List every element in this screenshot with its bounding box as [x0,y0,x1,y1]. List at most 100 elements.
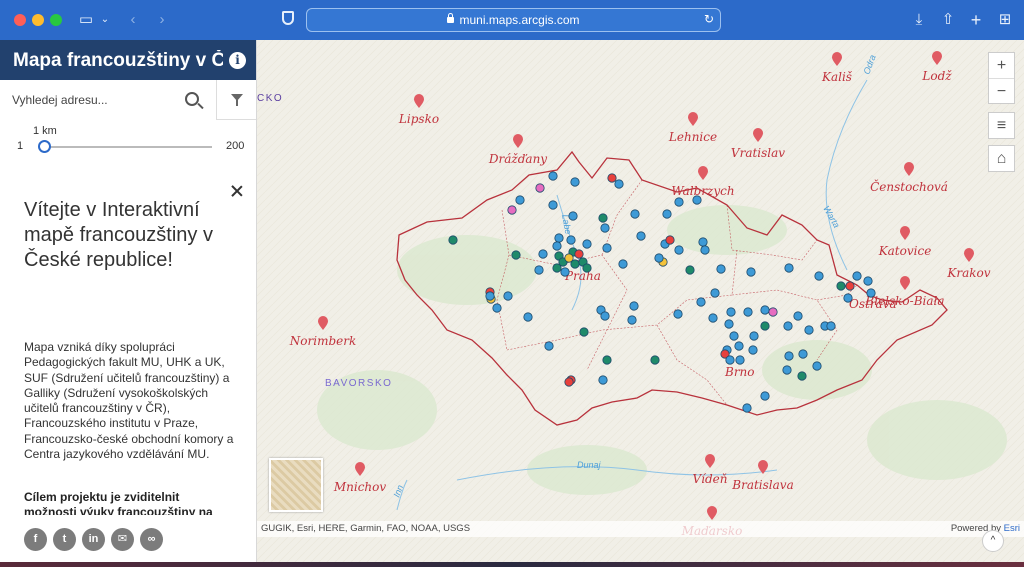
school-marker[interactable] [448,235,458,245]
email-share-button[interactable]: ✉ [111,528,134,551]
school-marker[interactable] [708,313,718,323]
info-icon[interactable]: i [229,52,246,69]
school-marker[interactable] [554,233,564,243]
esri-link[interactable]: Esri [1004,523,1020,534]
school-marker[interactable] [843,293,853,303]
school-marker[interactable] [768,307,778,317]
school-marker[interactable] [845,281,855,291]
linkedin-share-button[interactable]: in [82,528,105,551]
school-marker[interactable] [743,307,753,317]
download-icon[interactable]: ⤓ [910,9,928,31]
school-marker[interactable] [570,259,580,269]
school-marker[interactable] [784,263,794,273]
reload-icon[interactable]: ↻ [704,12,714,26]
school-marker[interactable] [804,325,814,335]
school-marker[interactable] [503,291,513,301]
school-marker[interactable] [852,271,862,281]
school-marker[interactable] [552,263,562,273]
address-bar[interactable]: muni.maps.arcgis.com ↻ [306,8,721,32]
school-marker[interactable] [564,377,574,387]
school-marker[interactable] [782,365,792,375]
school-marker[interactable] [685,265,695,275]
tab-overview-icon[interactable]: ⊞ [996,9,1014,31]
school-marker[interactable] [734,341,744,351]
school-marker[interactable] [726,307,736,317]
fullscreen-window-button[interactable] [50,14,62,26]
school-marker[interactable] [797,371,807,381]
filter-icon[interactable] [231,94,243,106]
forward-icon[interactable]: › [155,9,169,31]
school-marker[interactable] [560,267,570,277]
school-marker[interactable] [492,303,502,313]
school-marker[interactable] [700,245,710,255]
link-share-button[interactable]: ∞ [140,528,163,551]
school-marker[interactable] [618,259,628,269]
home-button[interactable]: ⌂ [989,146,1014,171]
school-marker[interactable] [724,319,734,329]
school-marker[interactable] [674,245,684,255]
zoom-out-button[interactable]: − [989,78,1014,103]
school-marker[interactable] [548,171,558,181]
school-marker[interactable] [552,241,562,251]
school-marker[interactable] [760,305,770,315]
school-marker[interactable] [627,315,637,325]
school-marker[interactable] [629,301,639,311]
facebook-share-button[interactable]: f [24,528,47,551]
school-marker[interactable] [814,271,824,281]
school-marker[interactable] [798,349,808,359]
close-icon[interactable] [230,184,244,198]
school-marker[interactable] [654,253,664,263]
back-icon[interactable]: ‹ [126,9,140,31]
map-view[interactable]: Lipsko Drážďany Lehnice Vratislav Kališ Lodž W… [257,40,1024,562]
school-marker[interactable] [783,321,793,331]
school-marker[interactable] [748,345,758,355]
school-marker[interactable] [650,355,660,365]
school-marker[interactable] [749,331,759,341]
school-marker[interactable] [535,183,545,193]
school-marker[interactable] [598,213,608,223]
school-marker[interactable] [574,249,584,259]
school-marker[interactable] [568,211,578,221]
slider-thumb[interactable] [38,140,51,153]
school-marker[interactable] [598,375,608,385]
school-marker[interactable] [515,195,525,205]
slider-track[interactable] [38,140,212,153]
school-marker[interactable] [866,288,876,298]
share-icon[interactable]: ⇧ [939,9,957,31]
scroll-up-button[interactable]: ^ [982,530,1004,552]
school-marker[interactable] [630,209,640,219]
school-marker[interactable] [600,311,610,321]
search-icon[interactable] [185,92,199,106]
school-marker[interactable] [760,321,770,331]
zoom-in-button[interactable]: + [989,53,1014,78]
school-marker[interactable] [863,276,873,286]
new-tab-icon[interactable]: + [967,9,985,31]
twitter-share-button[interactable]: t [53,528,76,551]
school-marker[interactable] [511,250,521,260]
school-marker[interactable] [544,341,554,351]
school-marker[interactable] [538,249,548,259]
school-marker[interactable] [602,355,612,365]
school-marker[interactable] [523,312,533,322]
school-marker[interactable] [716,264,726,274]
school-marker[interactable] [735,355,745,365]
school-marker[interactable] [636,231,646,241]
school-marker[interactable] [566,235,576,245]
school-marker[interactable] [614,179,624,189]
school-marker[interactable] [698,237,708,247]
sidebar-icon[interactable]: ▭ [78,9,94,31]
school-marker[interactable] [760,391,770,401]
close-window-button[interactable] [14,14,26,26]
school-marker[interactable] [570,177,580,187]
school-marker[interactable] [742,403,752,413]
school-marker[interactable] [725,355,735,365]
school-marker[interactable] [812,361,822,371]
school-marker[interactable] [662,209,672,219]
school-marker[interactable] [696,297,706,307]
school-marker[interactable] [602,243,612,253]
school-marker[interactable] [579,327,589,337]
school-marker[interactable] [674,197,684,207]
school-marker[interactable] [485,291,495,301]
minimize-window-button[interactable] [32,14,44,26]
shield-icon[interactable] [282,11,294,25]
